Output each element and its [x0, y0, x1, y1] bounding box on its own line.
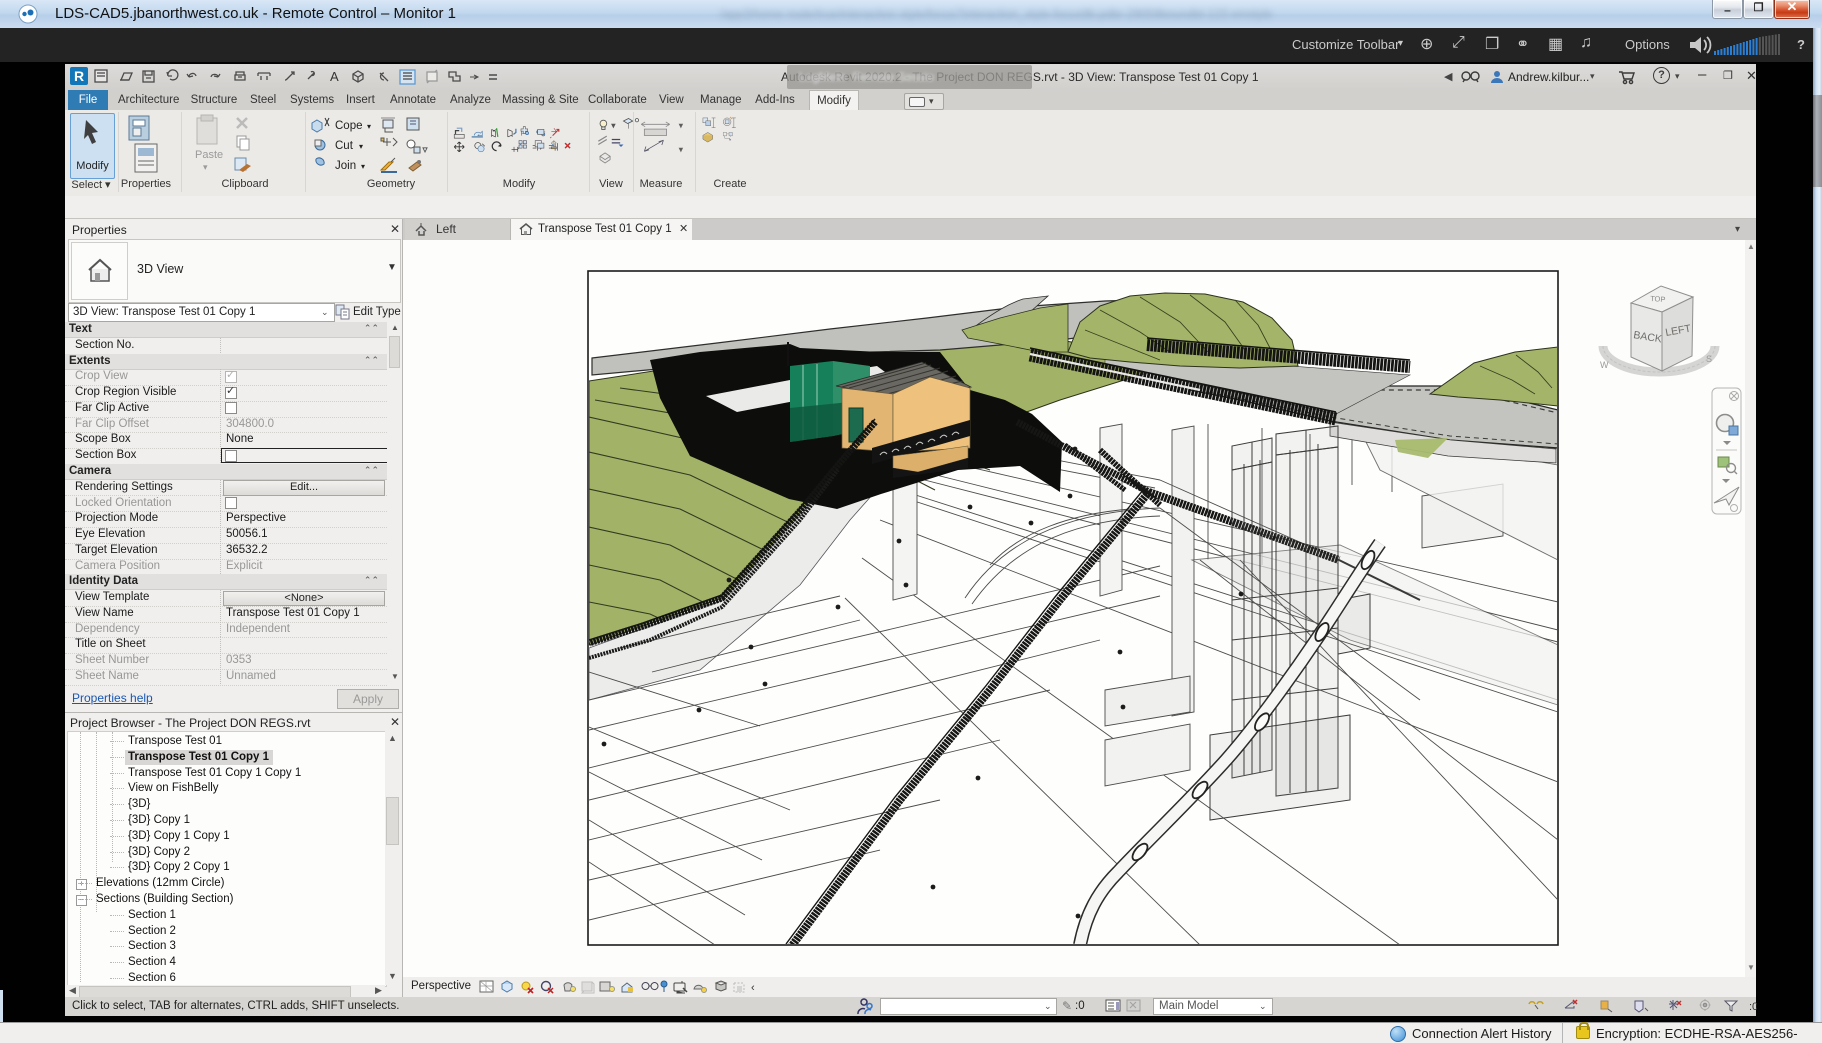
- svg-text:▾: ▾: [203, 162, 208, 172]
- svg-text:▾: ▾: [423, 145, 427, 154]
- svg-text:A: A: [330, 69, 339, 84]
- svg-text:▾: ▾: [612, 123, 616, 130]
- svg-text:▾: ▾: [679, 146, 682, 153]
- svg-text:▾: ▾: [359, 142, 363, 151]
- svg-text:Join: Join: [335, 160, 356, 172]
- svg-text:W: W: [1600, 360, 1609, 370]
- svg-text:S: S: [1706, 354, 1712, 364]
- svg-text:▾: ▾: [367, 122, 371, 131]
- svg-text:▾: ▾: [679, 123, 682, 130]
- svg-text:TOP: TOP: [1650, 294, 1666, 304]
- svg-text:▾: ▾: [361, 162, 365, 171]
- svg-text:Cut: Cut: [335, 140, 354, 152]
- svg-text:‹: ‹: [751, 982, 755, 994]
- svg-text:Cope: Cope: [335, 120, 363, 132]
- svg-text::0: :0: [1749, 1001, 1757, 1013]
- svg-text:Paste: Paste: [195, 149, 223, 161]
